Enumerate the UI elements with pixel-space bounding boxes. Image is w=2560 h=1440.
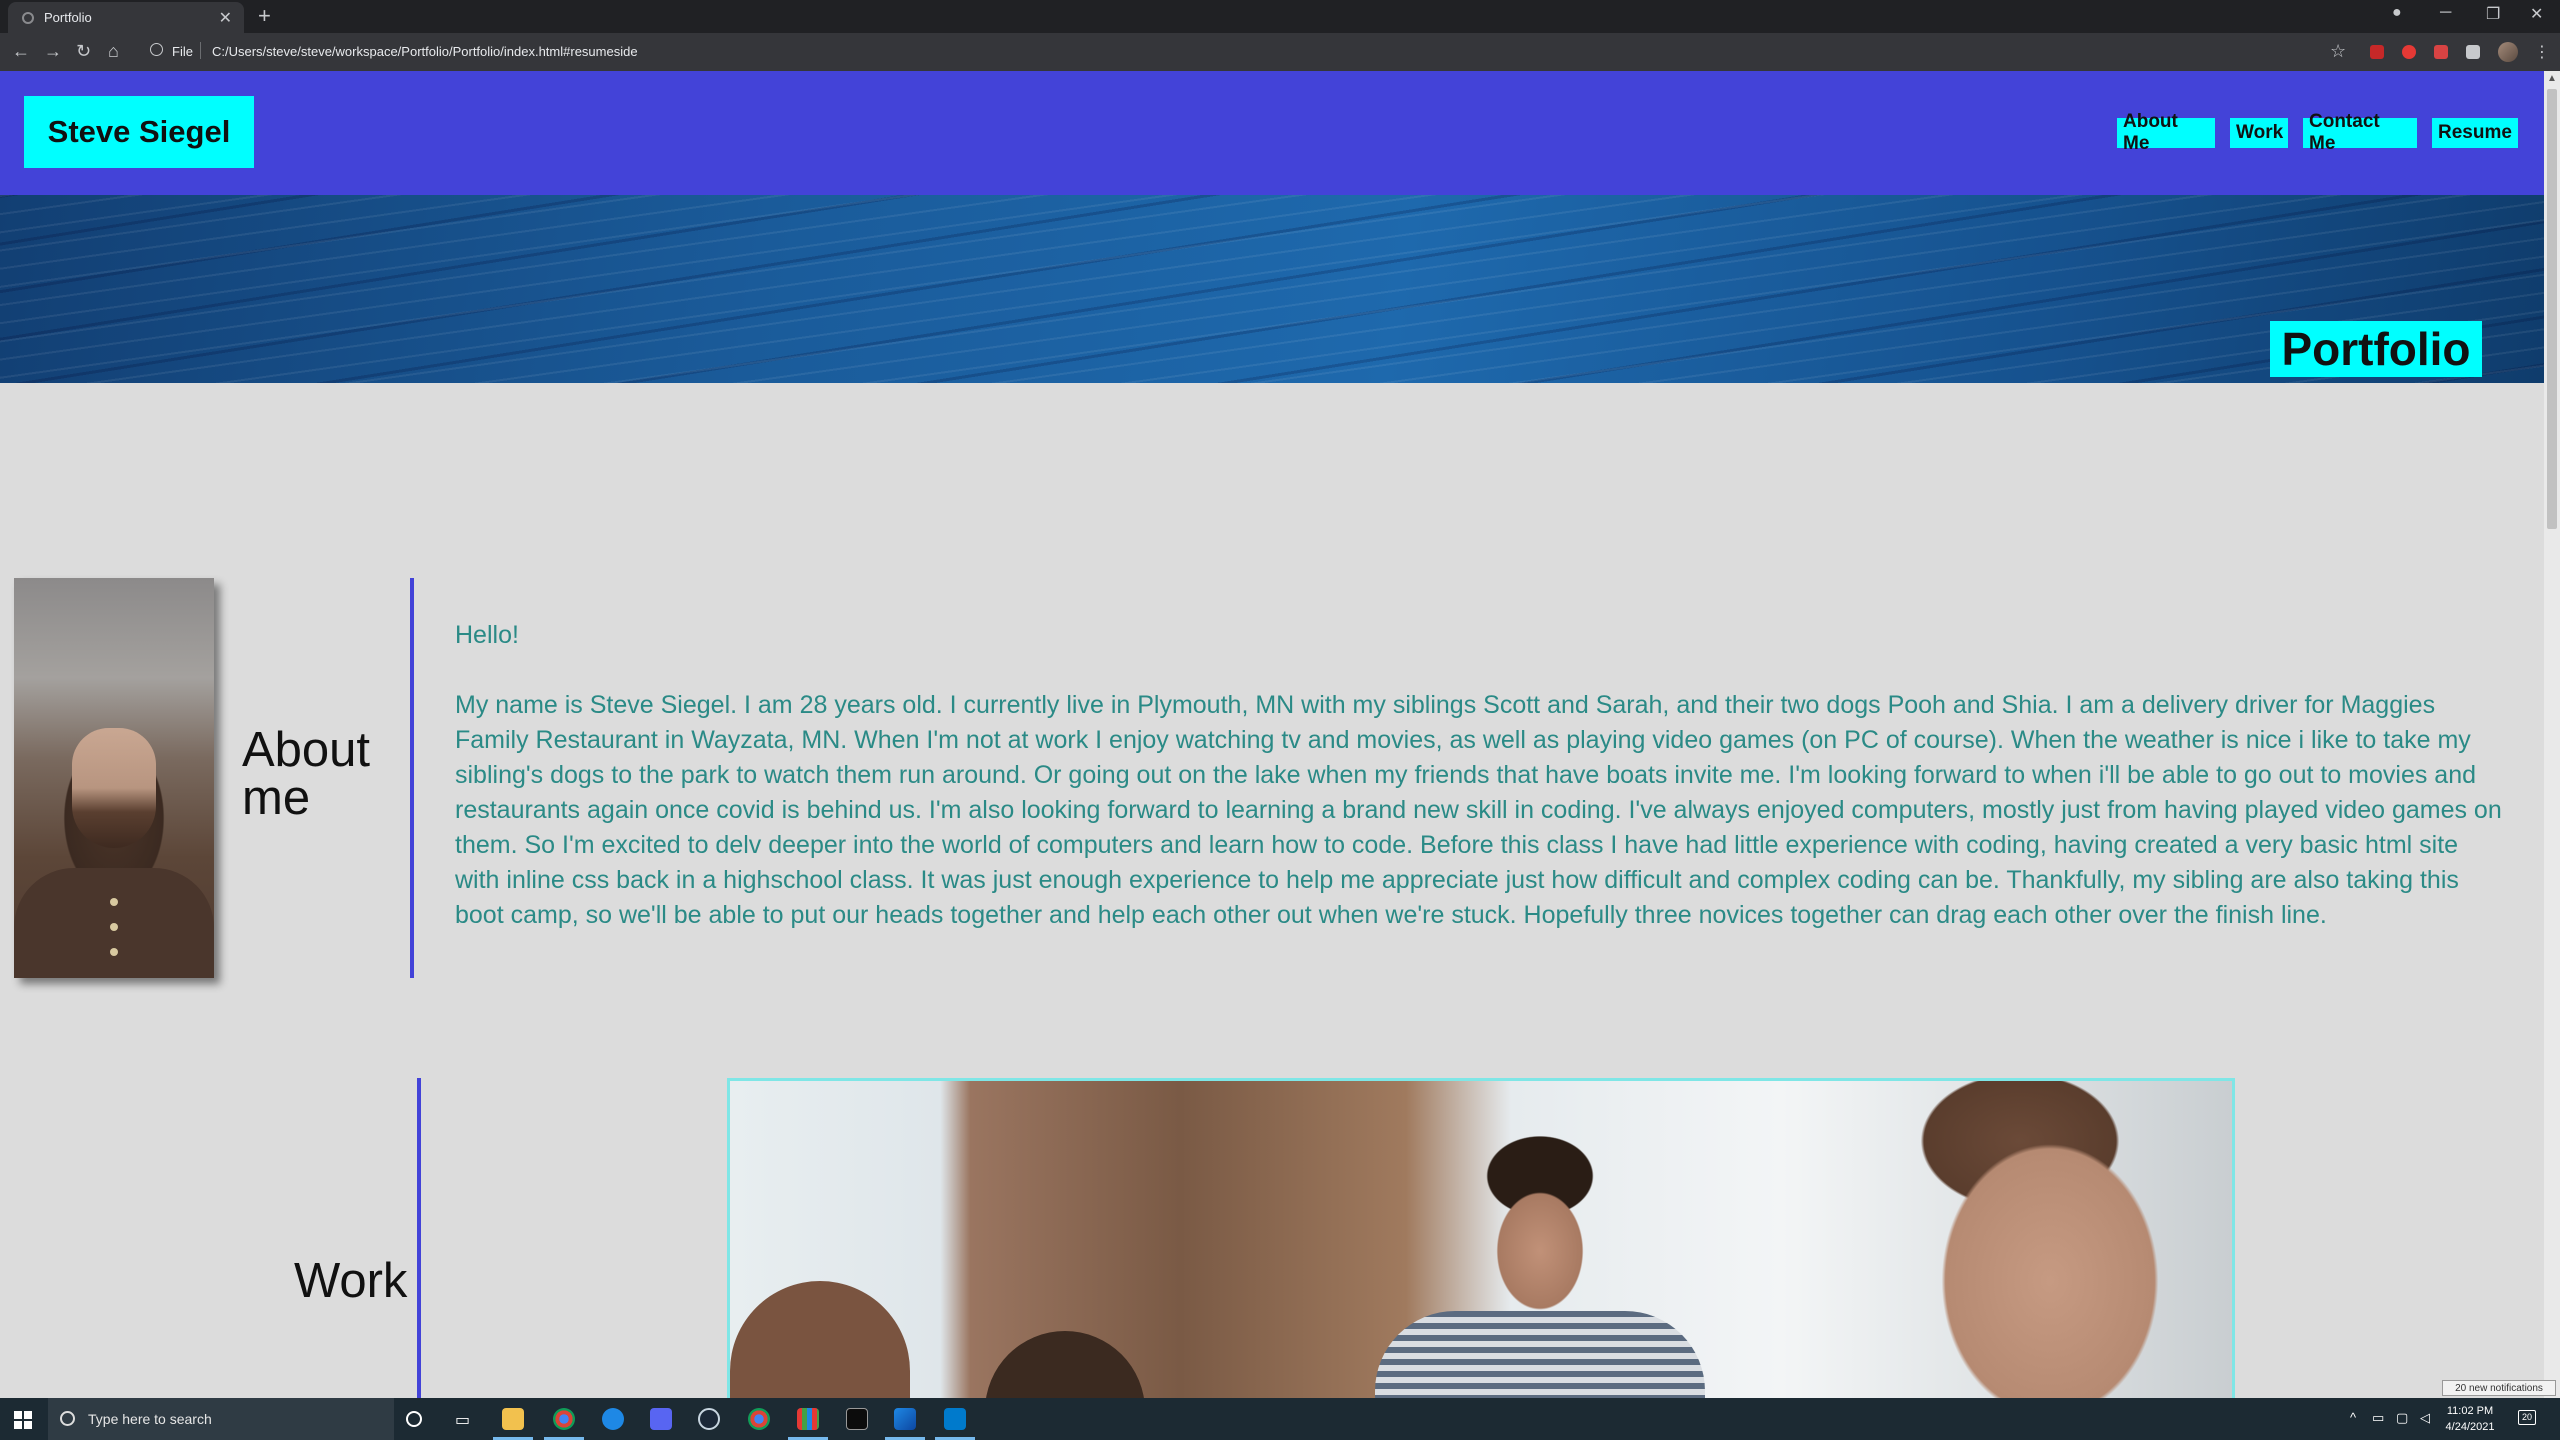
clock-time: 11:02 PM [2446, 1405, 2494, 1417]
photo-face [72, 728, 156, 848]
work-section: Work [0, 1078, 2544, 1398]
app-grid-icon[interactable] [797, 1408, 819, 1430]
about-text: Hello! My name is Steve Siegel. I am 28 … [455, 618, 2505, 968]
action-center-icon[interactable]: 20 [2518, 1410, 2536, 1425]
info-icon[interactable] [150, 43, 163, 56]
about-bio: My name is Steve Siegel. I am 28 years o… [455, 691, 2502, 929]
task-view-icon[interactable]: ▭ [455, 1410, 470, 1430]
edge-icon[interactable] [602, 1408, 624, 1430]
minimize-icon[interactable]: ─ [2440, 4, 2451, 22]
nav-resume[interactable]: Resume [2432, 118, 2518, 148]
about-section: About me Hello! My name is Steve Siegel.… [0, 578, 2544, 978]
network-icon[interactable]: ▭ [2372, 1410, 2384, 1426]
back-icon[interactable]: ← [12, 41, 30, 62]
adblock-icon[interactable] [2370, 45, 2384, 59]
photo-shirt-button [110, 923, 118, 931]
site-header: Steve Siegel About Me Work Contact Me Re… [0, 71, 2544, 195]
windows-start-icon[interactable] [14, 1411, 32, 1429]
paint-icon[interactable] [894, 1408, 916, 1430]
photo-shirt-button [110, 948, 118, 956]
chrome-alt-icon[interactable] [748, 1408, 770, 1430]
omnibox-divider [200, 42, 201, 59]
work-image[interactable] [727, 1078, 2235, 1398]
work-image-person [985, 1331, 1145, 1398]
terminal-icon[interactable] [846, 1408, 868, 1430]
forward-icon[interactable]: → [44, 41, 62, 62]
about-heading: About me [242, 723, 371, 825]
hero-banner: Portfolio [0, 195, 2544, 383]
globe-icon [22, 12, 34, 24]
profile-avatar[interactable] [2498, 42, 2518, 62]
page-scrollbar[interactable]: ▲ [2544, 71, 2560, 1398]
file-explorer-icon[interactable] [502, 1408, 524, 1430]
profile-photo [14, 578, 214, 978]
hero-title: Portfolio [2270, 321, 2482, 377]
steam-icon[interactable] [698, 1408, 720, 1430]
nav-about-me[interactable]: About Me [2117, 111, 2215, 154]
chrome-icon[interactable] [553, 1408, 575, 1430]
work-divider [417, 1078, 421, 1398]
extension-red-icon[interactable] [2402, 45, 2416, 59]
vscode-icon[interactable] [944, 1408, 966, 1430]
about-divider [410, 578, 414, 978]
address-bar[interactable]: C:/Users/steve/steve/workspace/Portfolio… [212, 44, 638, 59]
notification-toast[interactable]: 20 new notifications [2442, 1380, 2556, 1396]
search-placeholder: Type here to search [88, 1411, 212, 1427]
work-image-person [730, 1281, 910, 1398]
close-window-icon[interactable]: ✕ [2530, 4, 2543, 24]
system-clock[interactable]: 11:02 PM 4/24/2021 [2440, 1403, 2500, 1435]
tab-title: Portfolio [44, 10, 92, 25]
search-icon [60, 1411, 75, 1426]
nav-work[interactable]: Work [2230, 118, 2288, 148]
taskbar: Type here to search ▭ ^ ▭ ▢ ◁ 11:02 PM 4… [0, 1398, 2560, 1440]
star-icon[interactable]: ☆ [2330, 41, 2346, 62]
omnibox-scheme: File [172, 44, 193, 59]
restore-icon[interactable]: ❐ [2486, 4, 2500, 24]
site-brand[interactable]: Steve Siegel [24, 96, 254, 168]
profile-badge-icon[interactable]: ● [2392, 4, 2402, 22]
browser-tab[interactable]: Portfolio ✕ [8, 2, 244, 33]
volume-icon[interactable]: ◁ [2420, 1410, 2430, 1426]
display-icon[interactable]: ▢ [2396, 1410, 2408, 1426]
new-tab-button[interactable]: + [258, 3, 271, 29]
page-viewport: Steve Siegel About Me Work Contact Me Re… [0, 71, 2544, 1398]
work-heading: Work [294, 1254, 408, 1308]
browser-toolbar: ← → ↻ ⌂ File C:/Users/steve/steve/worksp… [0, 33, 2560, 71]
photo-shirt-button [110, 898, 118, 906]
extension-mail-icon[interactable] [2434, 45, 2448, 59]
clock-date: 4/24/2021 [2445, 1421, 2495, 1433]
taskbar-search[interactable]: Type here to search [48, 1398, 394, 1440]
work-image-striped-shirt [1375, 1311, 1705, 1398]
scrollbar-thumb[interactable] [2547, 89, 2557, 529]
extensions-icon[interactable] [2466, 45, 2480, 59]
tab-strip: Portfolio ✕ + ● ─ ❐ ✕ [0, 0, 2560, 33]
nav-contact-me[interactable]: Contact Me [2303, 111, 2417, 154]
menu-icon[interactable]: ⋮ [2534, 42, 2550, 62]
scroll-up-icon[interactable]: ▲ [2547, 73, 2557, 84]
cortana-icon[interactable] [406, 1411, 422, 1427]
chevron-up-icon[interactable]: ^ [2350, 1410, 2356, 1425]
about-greeting: Hello! [455, 621, 519, 649]
reload-icon[interactable]: ↻ [76, 41, 91, 62]
discord-icon[interactable] [650, 1408, 672, 1430]
home-icon[interactable]: ⌂ [108, 41, 119, 62]
close-tab-icon[interactable]: ✕ [219, 8, 232, 28]
